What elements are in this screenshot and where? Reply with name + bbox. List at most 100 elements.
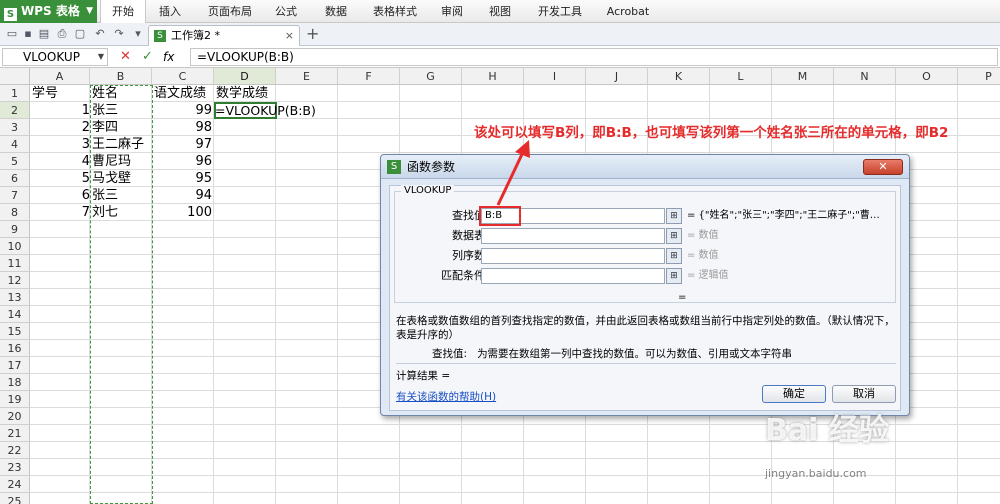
column-header-I[interactable]: I — [524, 68, 586, 85]
cell-B5[interactable]: 曹尼玛 — [92, 153, 131, 170]
new-tab-icon[interactable]: + — [306, 26, 319, 42]
range-select-icon[interactable]: ⊞ — [666, 268, 682, 284]
folder-icon[interactable]: ▭ — [6, 28, 18, 40]
column-header-F[interactable]: F — [338, 68, 400, 85]
cell-A2[interactable]: 1 — [32, 102, 90, 119]
row-header-23[interactable]: 23 — [0, 459, 30, 476]
menu-review[interactable]: 审阅 — [432, 0, 472, 23]
row-header-11[interactable]: 11 — [0, 255, 30, 272]
cell-B2[interactable]: 张三 — [92, 102, 118, 119]
row-header-15[interactable]: 15 — [0, 323, 30, 340]
row-header-6[interactable]: 6 — [0, 170, 30, 187]
chevron-down-icon[interactable]: ▼ — [98, 49, 104, 65]
cell-A5[interactable]: 4 — [32, 153, 90, 170]
column-header-O[interactable]: O — [896, 68, 958, 85]
column-header-N[interactable]: N — [834, 68, 896, 85]
row-header-17[interactable]: 17 — [0, 357, 30, 374]
menu-table-style[interactable]: 表格样式 — [365, 0, 425, 23]
cell-A6[interactable]: 5 — [32, 170, 90, 187]
arg-input-table-array[interactable] — [481, 228, 665, 244]
cell-C8[interactable]: 100 — [154, 204, 212, 221]
row-header-20[interactable]: 20 — [0, 408, 30, 425]
redo-icon[interactable]: ↷ — [113, 28, 125, 40]
row-header-21[interactable]: 21 — [0, 425, 30, 442]
menu-developer[interactable]: 开发工具 — [530, 0, 590, 23]
help-link[interactable]: 有关该函数的帮助(H) — [396, 389, 496, 404]
cell-A3[interactable]: 2 — [32, 119, 90, 136]
menu-view[interactable]: 视图 — [480, 0, 520, 23]
cancel-formula-icon[interactable]: ✕ — [120, 48, 131, 66]
menu-formulas[interactable]: 公式 — [266, 0, 306, 23]
row-header-3[interactable]: 3 — [0, 119, 30, 136]
cell-B6[interactable]: 马戈壁 — [92, 170, 131, 187]
column-header-M[interactable]: M — [772, 68, 834, 85]
row-header-25[interactable]: 25 — [0, 493, 30, 504]
cell-B4[interactable]: 王二麻子 — [92, 136, 144, 153]
row-header-18[interactable]: 18 — [0, 374, 30, 391]
cell-C6[interactable]: 95 — [154, 170, 212, 187]
cell-C5[interactable]: 96 — [154, 153, 212, 170]
row-header-12[interactable]: 12 — [0, 272, 30, 289]
arg-input-range-lookup[interactable] — [481, 268, 665, 284]
cell-C1[interactable]: 语文成绩 — [154, 85, 206, 102]
insert-function-icon[interactable]: fx — [163, 48, 174, 66]
cell-A8[interactable]: 7 — [32, 204, 90, 221]
select-all-corner[interactable] — [0, 68, 30, 85]
formula-input[interactable]: =VLOOKUP(B:B) — [190, 48, 998, 66]
column-header-A[interactable]: A — [30, 68, 90, 85]
row-header-7[interactable]: 7 — [0, 187, 30, 204]
cell-A1[interactable]: 学号 — [32, 85, 58, 102]
print-icon[interactable]: ⎙ — [56, 28, 68, 40]
undo-icon[interactable]: ↶ — [94, 28, 106, 40]
row-header-13[interactable]: 13 — [0, 289, 30, 306]
cell-B3[interactable]: 李四 — [92, 119, 118, 136]
confirm-formula-icon[interactable]: ✓ — [142, 48, 153, 66]
app-menu-button[interactable]: S WPS 表格 ▼ — [0, 0, 97, 23]
column-header-P[interactable]: P — [958, 68, 1000, 85]
row-header-1[interactable]: 1 — [0, 85, 30, 102]
cell-A4[interactable]: 3 — [32, 136, 90, 153]
column-header-B[interactable]: B — [90, 68, 152, 85]
cell-C3[interactable]: 98 — [154, 119, 212, 136]
column-header-L[interactable]: L — [710, 68, 772, 85]
cell-D1[interactable]: 数学成绩 — [216, 85, 268, 102]
cell-B1[interactable]: 姓名 — [92, 85, 118, 102]
row-header-2[interactable]: 2 — [0, 102, 30, 119]
cell-B7[interactable]: 张三 — [92, 187, 118, 204]
row-header-8[interactable]: 8 — [0, 204, 30, 221]
close-tab-icon[interactable]: × — [285, 26, 294, 46]
menu-data[interactable]: 数据 — [316, 0, 356, 23]
row-header-19[interactable]: 19 — [0, 391, 30, 408]
menu-acrobat[interactable]: Acrobat — [600, 0, 656, 23]
column-header-H[interactable]: H — [462, 68, 524, 85]
cell-C2[interactable]: 99 — [154, 102, 212, 119]
row-header-9[interactable]: 9 — [0, 221, 30, 238]
document-tab[interactable]: S 工作簿2 * × — [148, 25, 300, 46]
range-select-icon[interactable]: ⊞ — [666, 248, 682, 264]
column-header-K[interactable]: K — [648, 68, 710, 85]
cell-C4[interactable]: 97 — [154, 136, 212, 153]
row-header-22[interactable]: 22 — [0, 442, 30, 459]
save-icon[interactable]: ▪ — [22, 28, 34, 40]
cell-B8[interactable]: 刘七 — [92, 204, 118, 221]
cell-D2[interactable]: =VLOOKUP(B:B) — [215, 102, 316, 119]
row-header-24[interactable]: 24 — [0, 476, 30, 493]
menu-insert[interactable]: 插入 — [150, 0, 190, 23]
row-header-10[interactable]: 10 — [0, 238, 30, 255]
customize-dropdown-icon[interactable]: ▾ — [132, 28, 144, 40]
cell-C7[interactable]: 94 — [154, 187, 212, 204]
menu-home[interactable]: 开始 — [100, 0, 146, 23]
cancel-button[interactable]: 取消 — [832, 385, 896, 403]
column-header-D[interactable]: D — [214, 68, 276, 85]
menu-page-layout[interactable]: 页面布局 — [200, 0, 260, 23]
cell-A7[interactable]: 6 — [32, 187, 90, 204]
row-header-4[interactable]: 4 — [0, 136, 30, 153]
print-preview-icon[interactable]: ▢ — [74, 28, 86, 40]
ok-button[interactable]: 确定 — [762, 385, 826, 403]
name-box[interactable]: VLOOKUP ▼ — [2, 48, 108, 66]
arg-input-col-index[interactable] — [481, 248, 665, 264]
column-header-E[interactable]: E — [276, 68, 338, 85]
row-header-5[interactable]: 5 — [0, 153, 30, 170]
row-header-14[interactable]: 14 — [0, 306, 30, 323]
column-header-C[interactable]: C — [152, 68, 214, 85]
